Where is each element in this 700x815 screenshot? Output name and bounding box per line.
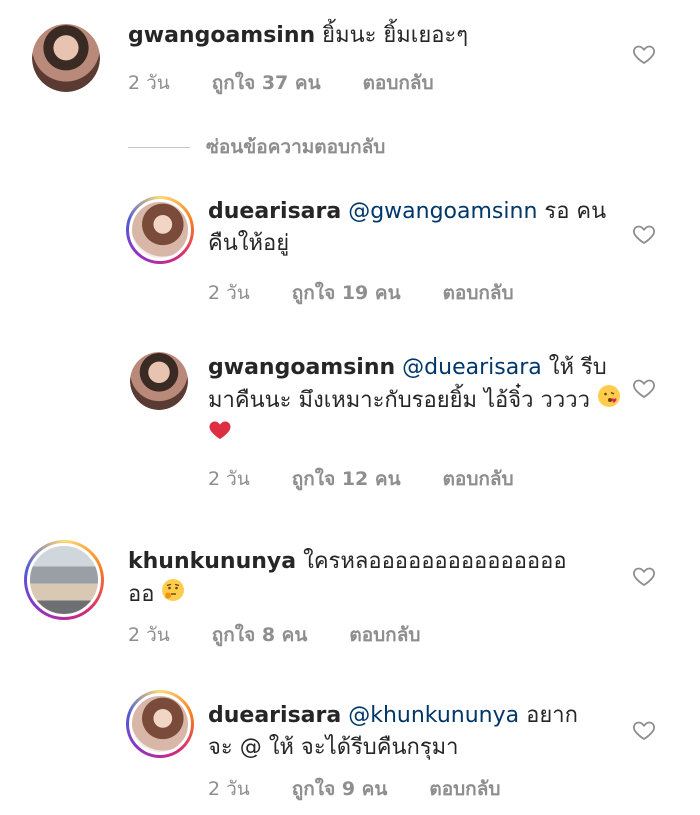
reply-button[interactable]: ตอบกลับ	[363, 68, 434, 98]
avatar[interactable]	[24, 540, 104, 620]
comment-text: duearisara @khunkununya อยาก จะ @ ให้ จะ…	[208, 700, 608, 764]
comment-text: duearisara @gwangoamsinn รอ คนคืนให้อยู่	[208, 196, 608, 260]
heart-outline-icon[interactable]	[632, 42, 656, 66]
avatar[interactable]	[126, 196, 194, 264]
mention-link[interactable]: @gwangoamsinn	[348, 199, 537, 224]
avatar[interactable]	[130, 352, 188, 410]
timestamp: 2 วัน	[128, 624, 170, 646]
kiss-emoji-icon	[597, 384, 621, 418]
avatar[interactable]	[126, 690, 194, 758]
reply-button[interactable]: ตอบกลับ	[443, 464, 514, 494]
reply-button[interactable]: ตอบกลับ	[349, 620, 420, 650]
mention-link[interactable]: @khunkununya	[348, 703, 519, 728]
comment-body: ยิ้มนะ ยิ้มเยอะๆ	[322, 23, 469, 48]
username[interactable]: duearisara	[208, 703, 341, 728]
comment-meta: 2 วัน ถูกใจ 37 คน ตอบกลับ	[128, 68, 476, 98]
thinking-face-emoji-icon	[161, 578, 185, 612]
timestamp: 2 วัน	[208, 282, 250, 304]
comment-meta: 2 วัน ถูกใจ 8 คน ตอบกลับ	[128, 620, 462, 650]
mention-link[interactable]: @duearisara	[402, 355, 542, 380]
username[interactable]: duearisara	[208, 199, 341, 224]
timestamp: 2 วัน	[208, 468, 250, 490]
red-heart-icon	[208, 418, 232, 452]
timestamp: 2 วัน	[208, 778, 250, 800]
username[interactable]: khunkununya	[128, 549, 296, 574]
likes-count[interactable]: ถูกใจ 8 คน	[212, 620, 308, 650]
comment-text: khunkununya ใครหลอออออออออออออออ ออ	[128, 546, 588, 612]
reply-button[interactable]: ตอบกลับ	[443, 278, 514, 308]
comment-meta: 2 วัน ถูกใจ 19 คน ตอบกลับ	[208, 278, 556, 308]
likes-count[interactable]: ถูกใจ 19 คน	[292, 278, 401, 308]
avatar[interactable]	[32, 24, 100, 92]
likes-count[interactable]: ถูกใจ 9 คน	[292, 774, 388, 804]
timestamp: 2 วัน	[128, 72, 170, 94]
comment-meta: 2 วัน ถูกใจ 9 คน ตอบกลับ	[208, 774, 542, 804]
username[interactable]: gwangoamsinn	[208, 355, 395, 380]
comment-meta: 2 วัน ถูกใจ 12 คน ตอบกลับ	[208, 464, 556, 494]
hide-replies-label[interactable]: ซ่อนข้อความตอบกลับ	[206, 132, 385, 162]
comment-text: gwangoamsinn ยิ้มนะ ยิ้มเยอะๆ	[128, 20, 598, 52]
likes-count[interactable]: ถูกใจ 37 คน	[212, 68, 321, 98]
heart-outline-icon[interactable]	[632, 376, 656, 400]
heart-outline-icon[interactable]	[632, 222, 656, 246]
hide-replies-toggle[interactable]: ซ่อนข้อความตอบกลับ	[128, 132, 385, 162]
heart-outline-icon[interactable]	[632, 718, 656, 742]
username[interactable]: gwangoamsinn	[128, 23, 315, 48]
comment-text: gwangoamsinn @duearisara ให้ รีบมาคืนนะ …	[208, 352, 628, 452]
heart-outline-icon[interactable]	[632, 564, 656, 588]
reply-button[interactable]: ตอบกลับ	[429, 774, 500, 804]
likes-count[interactable]: ถูกใจ 12 คน	[292, 464, 401, 494]
divider	[128, 146, 190, 148]
